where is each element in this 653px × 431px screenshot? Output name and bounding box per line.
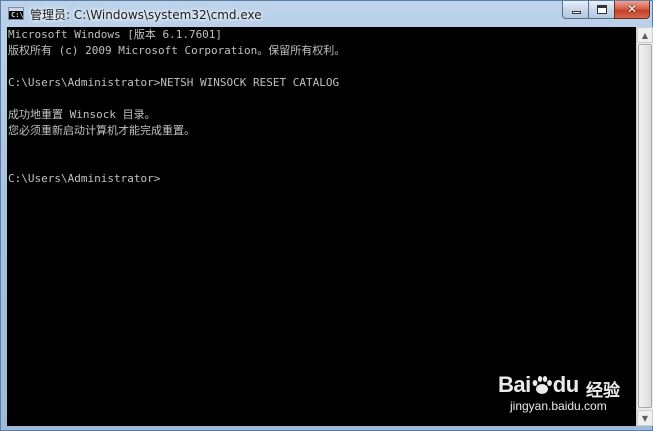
- baidu-logo: Bai du: [498, 372, 579, 398]
- console-line: 您必须重新启动计算机才能完成重置。: [8, 124, 195, 137]
- window-title: 管理员: C:\Windows\system32\cmd.exe: [30, 8, 262, 22]
- console-line: 版权所有 (c) 2009 Microsoft Corporation。保留所有…: [8, 44, 346, 57]
- console-prompt-command: C:\Users\Administrator>NETSH WINSOCK RES…: [8, 76, 340, 89]
- console-output[interactable]: Microsoft Windows [版本 6.1.7601] 版权所有 (c)…: [7, 27, 636, 426]
- console-line: Microsoft Windows [版本 6.1.7601]: [8, 28, 223, 41]
- console-prompt: C:\Users\Administrator>: [8, 172, 161, 185]
- cmd-icon-label: C:\.: [11, 11, 28, 19]
- title-bar[interactable]: C:\. 管理员: C:\Windows\system32\cmd.exe: [1, 1, 652, 27]
- baidu-logo-left: Bai: [498, 372, 531, 397]
- minimize-button[interactable]: [562, 1, 589, 19]
- scroll-down-button[interactable]: ▼: [637, 410, 653, 426]
- close-icon: ✕: [626, 2, 638, 16]
- scrollbar-thumb[interactable]: [638, 44, 652, 408]
- cmd-icon[interactable]: C:\.: [8, 7, 28, 20]
- down-arrow-icon: ▼: [641, 414, 649, 423]
- close-button[interactable]: ✕: [614, 1, 650, 19]
- vertical-scrollbar[interactable]: ▲ ▼: [636, 27, 653, 426]
- baidu-logo-right: du: [552, 372, 579, 397]
- console-line: 成功地重置 Winsock 目录。: [8, 108, 156, 121]
- up-arrow-icon: ▲: [641, 31, 649, 40]
- maximize-icon: [589, 1, 614, 18]
- paw-icon: [532, 376, 552, 394]
- scroll-up-button[interactable]: ▲: [637, 27, 653, 43]
- minimize-icon: [563, 1, 588, 18]
- maximize-button[interactable]: [588, 1, 615, 19]
- watermark-url: jingyan.baidu.com: [510, 399, 607, 413]
- jingyan-label: 经验: [586, 381, 620, 401]
